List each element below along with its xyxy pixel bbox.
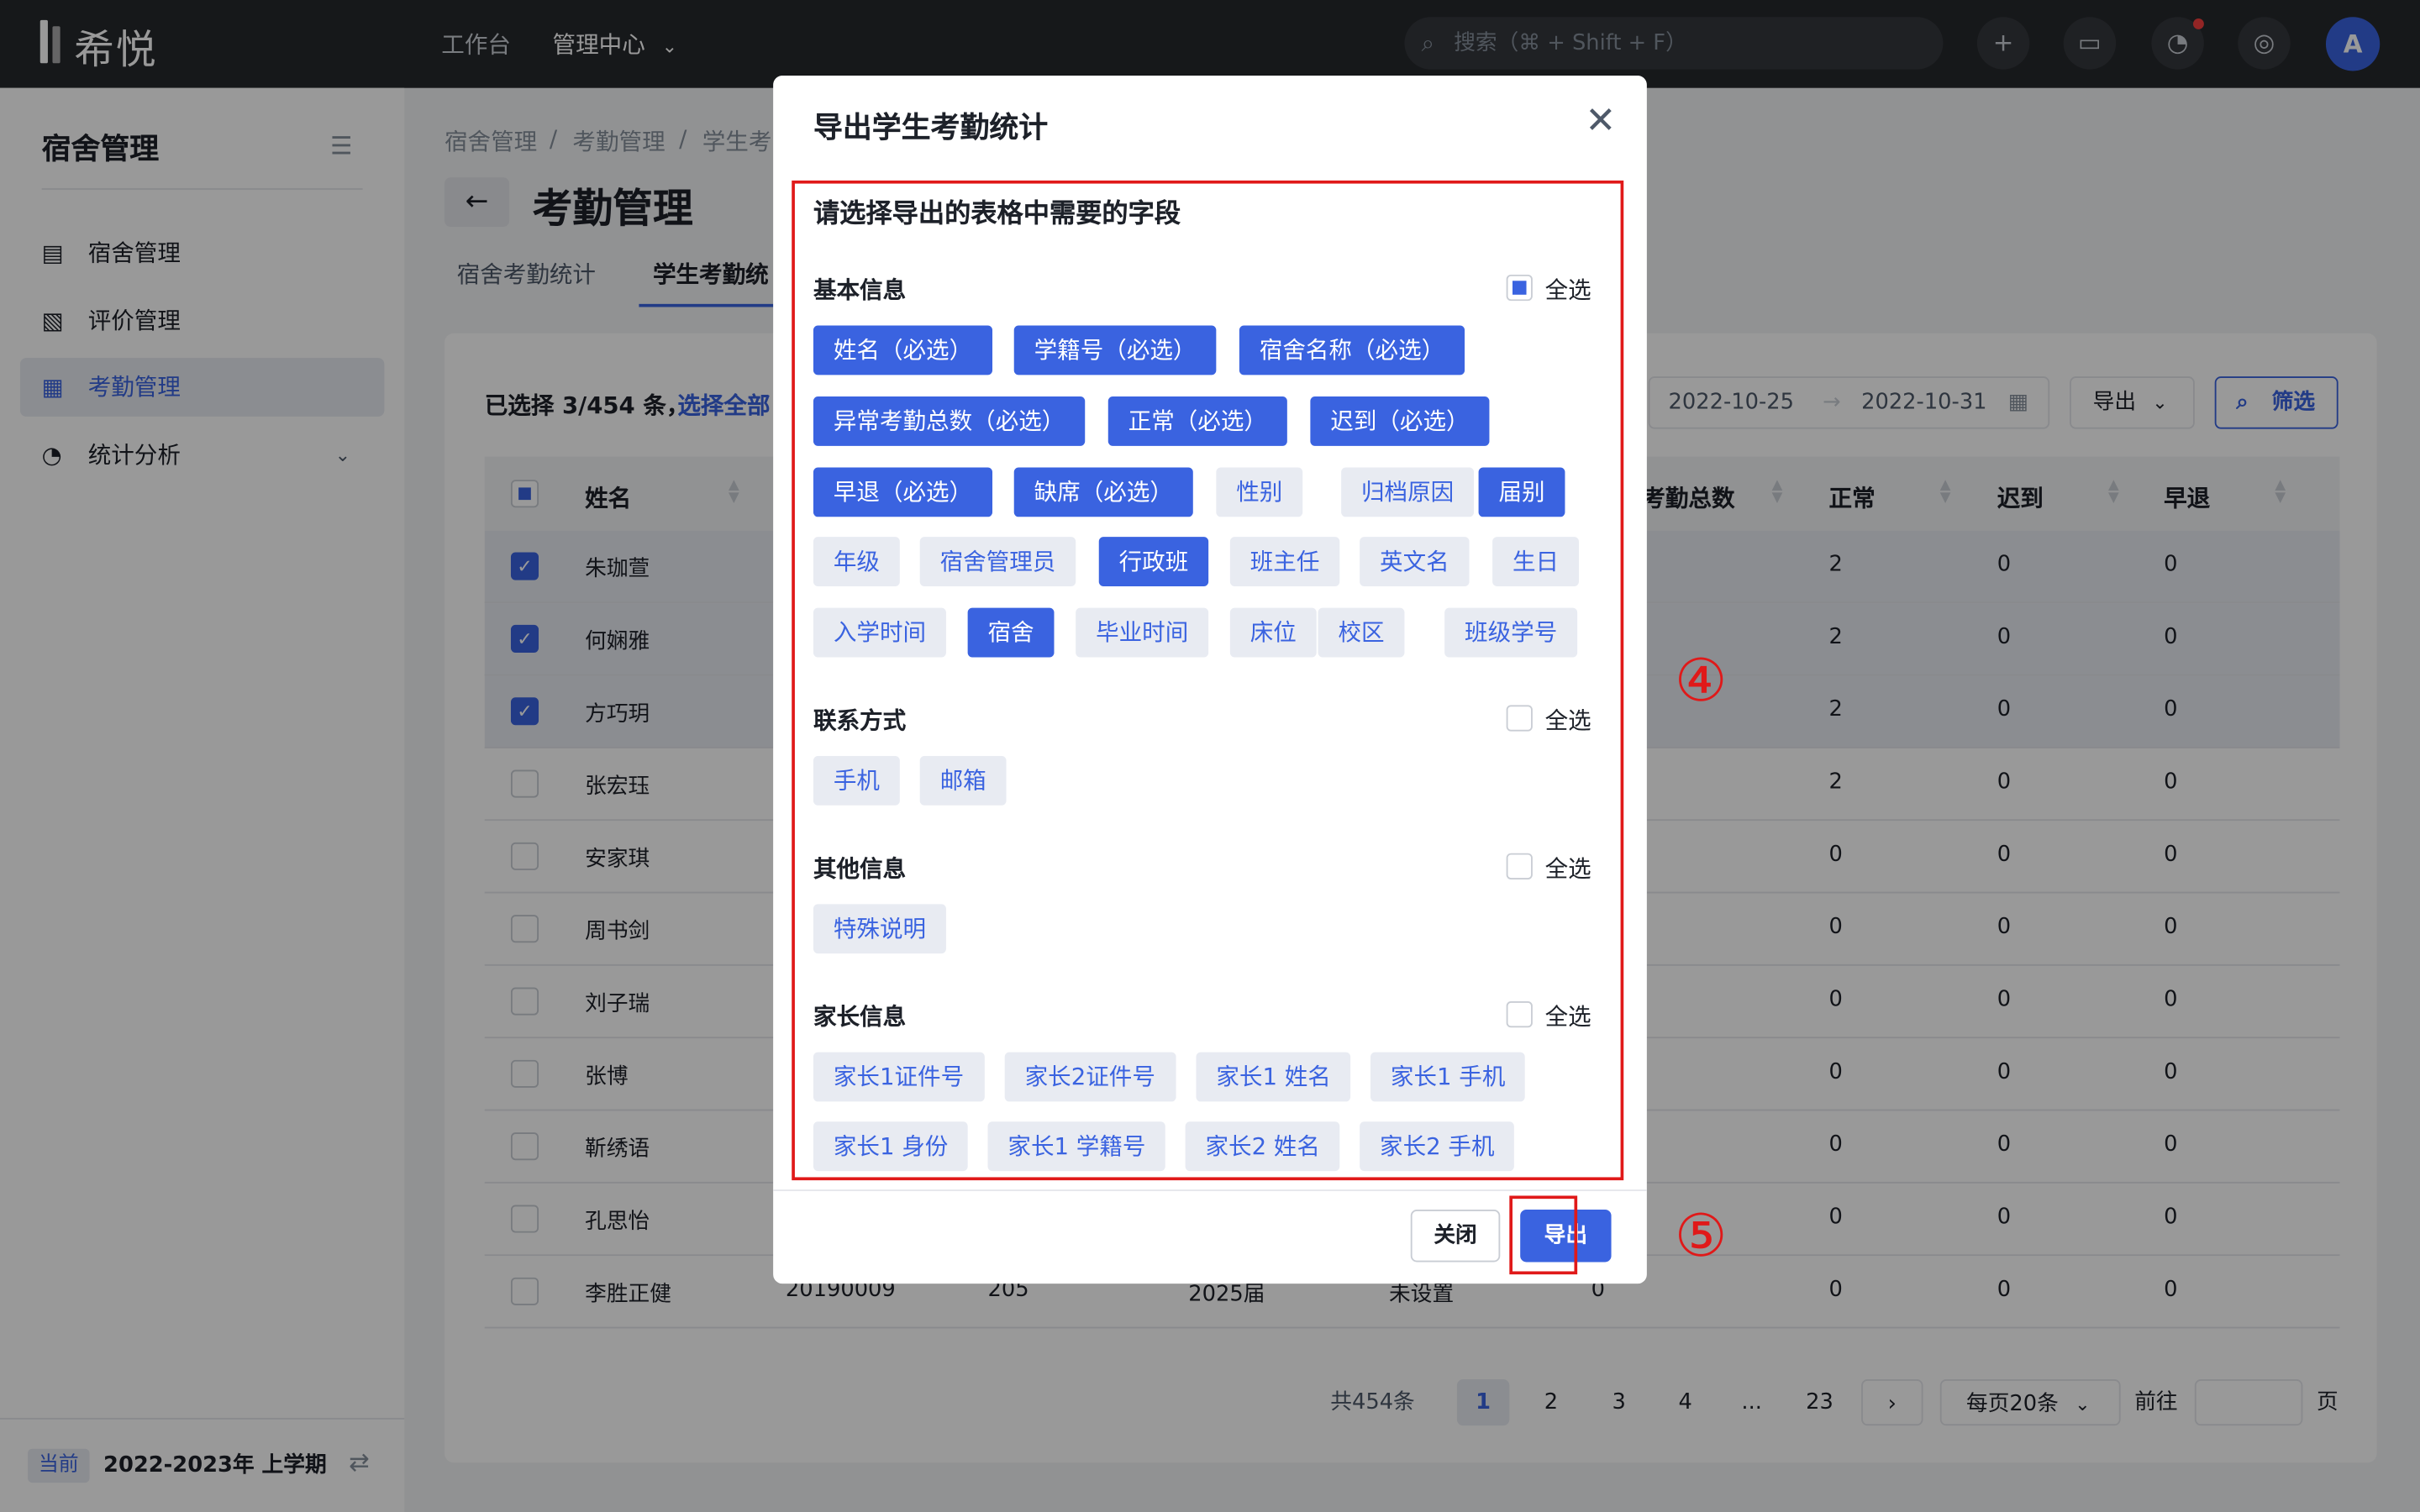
app-root: 希悦 工作台 管理中心 ⌄ ⌕ 搜索（⌘ + Shift + F） + ▭ ◔ … (0, 0, 2420, 1512)
annotation-step-5: ⑤ (1674, 1201, 1728, 1270)
close-icon[interactable]: ✕ (1585, 99, 1616, 142)
modal-header: 导出学生考勤统计 ✕ (773, 75, 1647, 169)
close-button[interactable]: 关闭 (1410, 1209, 1501, 1263)
annotation-step-4: ④ (1674, 646, 1728, 715)
annotation-box-fields (792, 180, 1624, 1181)
annotation-box-export (1509, 1195, 1578, 1275)
modal-title: 导出学生考勤统计 (813, 111, 1049, 145)
